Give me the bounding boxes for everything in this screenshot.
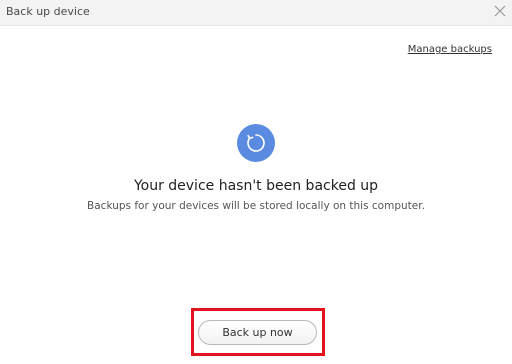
backup-status-heading: Your device hasn't been backed up xyxy=(133,178,379,194)
backup-device-window: Back up device Manage backups Your devic… xyxy=(0,0,512,364)
window-title: Back up device xyxy=(6,5,90,18)
manage-backups-link[interactable]: Manage backups xyxy=(408,44,492,56)
close-button[interactable] xyxy=(490,1,510,21)
backup-description: Backups for your devices will be stored … xyxy=(87,200,425,212)
close-icon xyxy=(494,5,506,17)
title-bar: Back up device xyxy=(0,0,512,26)
sync-icon xyxy=(237,124,275,162)
back-up-now-button[interactable]: Back up now xyxy=(198,320,317,345)
